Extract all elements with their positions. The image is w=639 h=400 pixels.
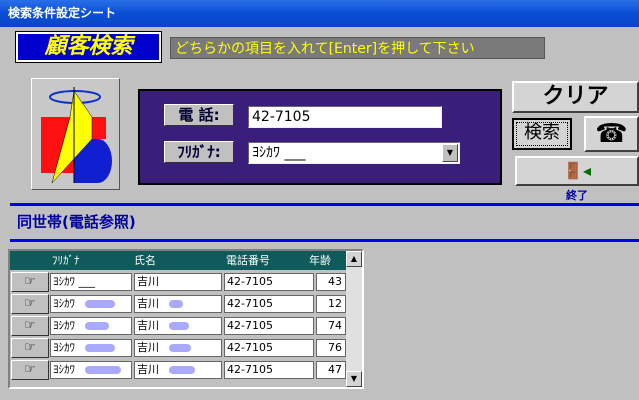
header-furigana: ﾌﾘｶﾞﾅ: [52, 254, 80, 267]
cell-age: 12: [316, 295, 346, 313]
cell-furigana: ﾖｼｶﾜ ___: [50, 273, 132, 291]
scroll-down-icon[interactable]: ▼: [346, 371, 362, 387]
exit-label: 終了: [566, 189, 588, 202]
search-panel: 電 話: 42-7105 ﾌﾘｶﾞﾅ: ﾖｼｶﾜ ___ ▼: [138, 89, 502, 185]
table-row[interactable]: ☞ ﾖｼｶﾜ 吉川 42-7105 76: [10, 337, 348, 359]
cell-phone: 42-7105: [224, 317, 314, 335]
scroll-up-icon[interactable]: ▲: [346, 251, 362, 267]
table-row[interactable]: ☞ ﾖｼｶﾜ 吉川 42-7105 47: [10, 359, 348, 381]
phone-input[interactable]: 42-7105: [248, 106, 442, 128]
cell-furigana: ﾖｼｶﾜ: [50, 295, 132, 313]
cell-age: 76: [316, 339, 346, 357]
cell-age: 43: [316, 273, 346, 291]
header-age: 年齢: [309, 254, 331, 267]
table-row[interactable]: ☞ ﾖｼｶﾜ 吉川 42-7105 12: [10, 293, 348, 315]
open-record-icon[interactable]: ☞: [11, 338, 49, 358]
furigana-label: ﾌﾘｶﾞﾅ:: [164, 141, 234, 163]
cell-age: 74: [316, 317, 346, 335]
cell-furigana: ﾖｼｶﾜ: [50, 339, 132, 357]
cell-phone: 42-7105: [224, 339, 314, 357]
phone-label: 電 話:: [164, 104, 234, 126]
furigana-value: ﾖｼｶﾜ ___: [252, 145, 306, 161]
company-logo: [31, 78, 120, 190]
header-phone: 電話番号: [226, 254, 270, 267]
table-scrollbar[interactable]: ▲ ▼: [346, 251, 362, 387]
cell-name: 吉川: [134, 273, 222, 291]
cell-name: 吉川: [134, 361, 222, 379]
clear-button[interactable]: クリア: [512, 81, 639, 113]
open-record-icon[interactable]: ☞: [11, 316, 49, 336]
table-header: ﾌﾘｶﾞﾅ 氏名 電話番号 年齢: [10, 251, 348, 270]
exit-button[interactable]: 🚪◂: [515, 156, 639, 186]
chevron-down-icon[interactable]: ▼: [442, 144, 458, 162]
cell-name: 吉川: [134, 295, 222, 313]
household-table: ﾌﾘｶﾞﾅ 氏名 電話番号 年齢 ☞ ﾖｼｶﾜ ___ 吉川 42-7105 4…: [8, 249, 364, 389]
cell-phone: 42-7105: [224, 273, 314, 291]
instruction-text: どちらかの項目を入れて[Enter]を押して下さい: [170, 37, 545, 59]
open-record-icon[interactable]: ☞: [11, 294, 49, 314]
open-record-icon[interactable]: ☞: [11, 360, 49, 380]
section-title: 同世帯(電話参照): [17, 213, 136, 231]
window-title: 検索条件設定シート: [0, 0, 639, 27]
table-row[interactable]: ☞ ﾖｼｶﾜ ___ 吉川 42-7105 43: [10, 271, 348, 293]
cell-phone: 42-7105: [224, 361, 314, 379]
open-record-icon[interactable]: ☞: [11, 272, 49, 292]
telephone-icon: ☎: [595, 119, 628, 149]
cell-furigana: ﾖｼｶﾜ: [50, 317, 132, 335]
cell-furigana: ﾖｼｶﾜ: [50, 361, 132, 379]
telephone-button[interactable]: ☎: [584, 116, 639, 152]
exit-door-icon: 🚪◂: [563, 161, 591, 180]
table-row[interactable]: ☞ ﾖｼｶﾜ 吉川 42-7105 74: [10, 315, 348, 337]
app-title: 顧客検索: [15, 31, 162, 63]
cell-name: 吉川: [134, 339, 222, 357]
divider-top: [10, 203, 639, 206]
furigana-dropdown[interactable]: ﾖｼｶﾜ ___ ▼: [248, 142, 460, 164]
cell-age: 47: [316, 361, 346, 379]
cell-phone: 42-7105: [224, 295, 314, 313]
search-button[interactable]: 検索: [512, 118, 572, 150]
divider-bottom: [10, 239, 639, 242]
cell-name: 吉川: [134, 317, 222, 335]
header-name: 氏名: [134, 254, 156, 267]
